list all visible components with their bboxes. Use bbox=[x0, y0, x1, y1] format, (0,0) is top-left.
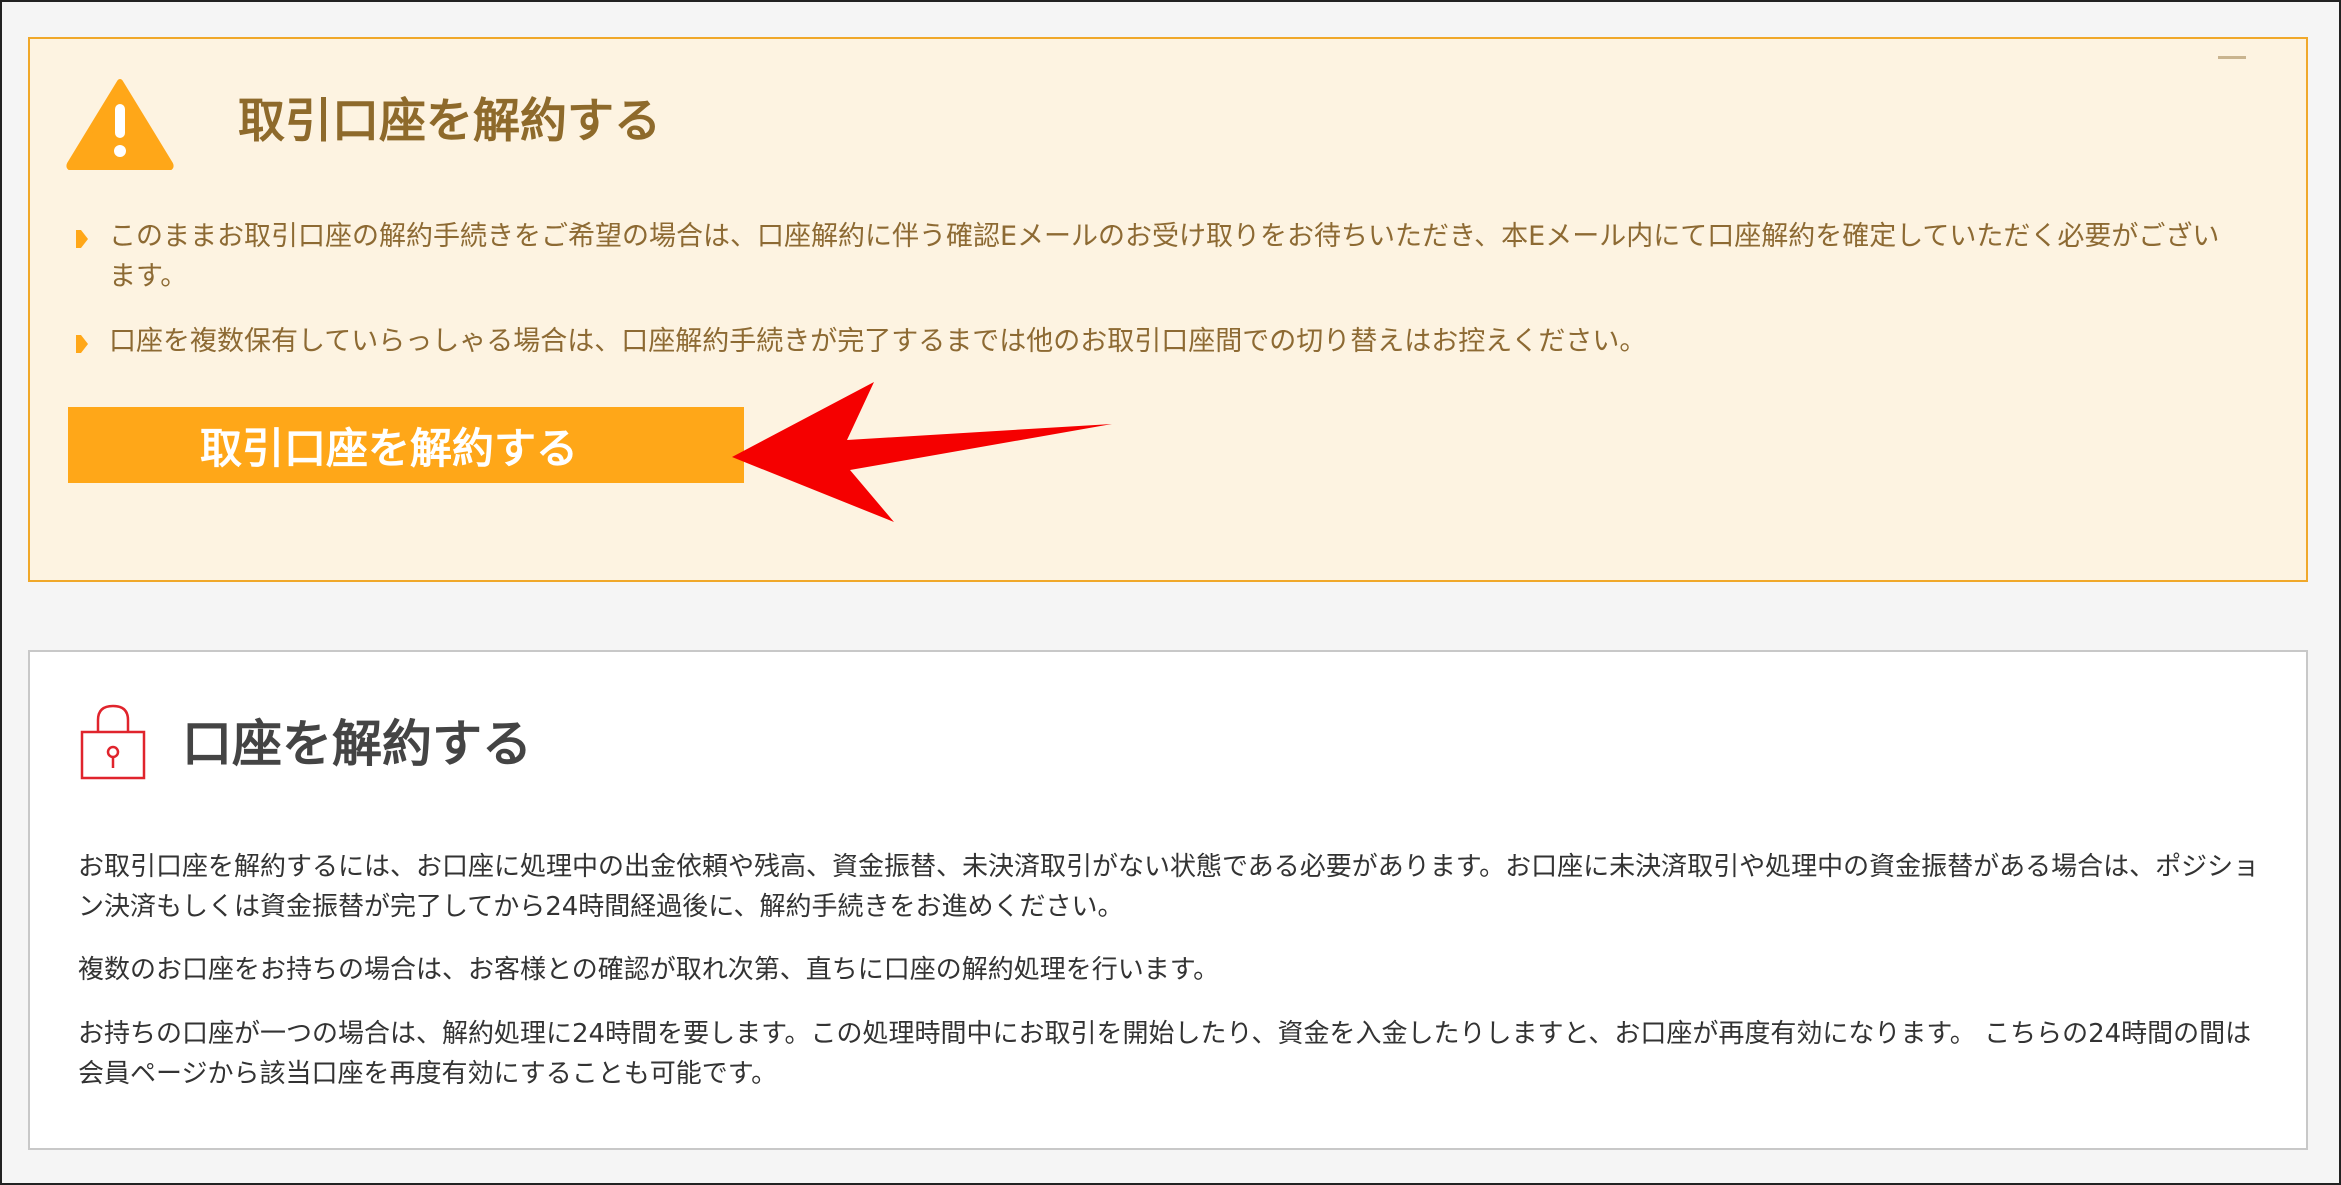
info-paragraph: お持ちの口座が一つの場合は、解約処理に24時間を要します。この処理時間中にお取引… bbox=[78, 1019, 2252, 1089]
bullet-arrow-icon bbox=[76, 335, 88, 353]
lock-icon bbox=[80, 704, 146, 780]
info-paragraph: 複数のお口座をお持ちの場合は、お客様との確認が取れ次第、直ちに口座の解約処理を行… bbox=[78, 955, 1220, 985]
info-title: 口座を解約する bbox=[182, 715, 532, 773]
info-paragraph: お取引口座を解約するには、お口座に処理中の出金依頼や残高、資金振替、未決済取引が… bbox=[78, 852, 2260, 922]
red-pointer-arrow bbox=[732, 382, 1112, 522]
close-account-button[interactable]: 取引口座を解約する bbox=[68, 407, 744, 483]
warning-triangle-icon bbox=[66, 79, 174, 170]
notice-item: このままお取引口座の解約手続きをご希望の場合は、口座解約に伴う確認Eメールのお受… bbox=[73, 217, 2233, 297]
notice-text: 口座を複数保有していらっしゃる場合は、口座解約手続きが完了するまでは他のお取引口… bbox=[109, 326, 1647, 357]
notice-text: このままお取引口座の解約手続きをご希望の場合は、口座解約に伴う確認Eメールのお受… bbox=[109, 221, 2220, 292]
collapse-icon[interactable] bbox=[2218, 56, 2246, 59]
notice-item: 口座を複数保有していらっしゃる場合は、口座解約手続きが完了するまでは他のお取引口… bbox=[73, 322, 2233, 362]
warning-title: 取引口座を解約する bbox=[238, 94, 661, 149]
bullet-arrow-icon bbox=[76, 230, 88, 248]
